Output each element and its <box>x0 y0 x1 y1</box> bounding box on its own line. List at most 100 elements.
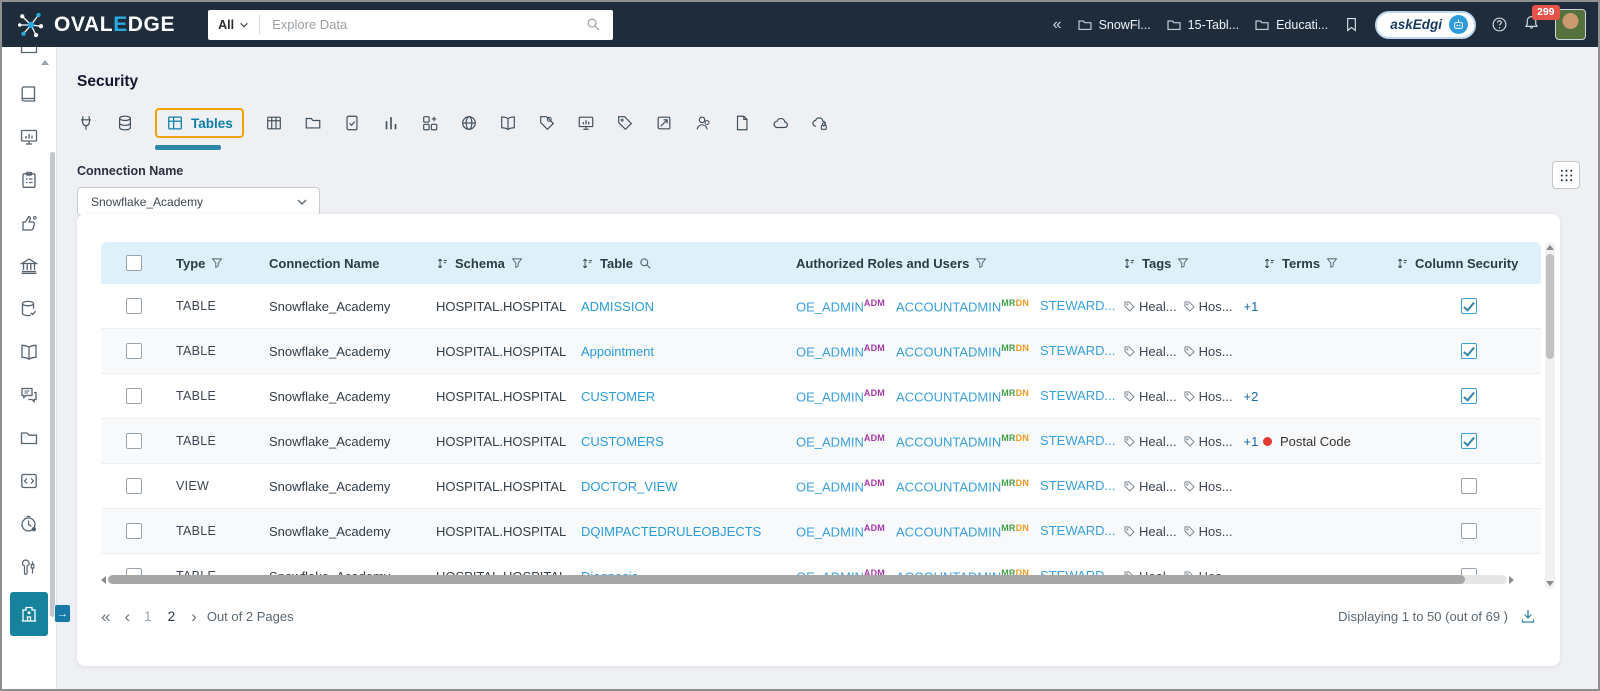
role-link[interactable]: ACCOUNTADMINMRDN <box>896 523 1029 539</box>
tag-chip[interactable]: Heal... <box>1123 299 1177 314</box>
sidebar-item-chat[interactable] <box>10 374 48 415</box>
sidebar-item-bank[interactable] <box>10 245 48 286</box>
more-tags-link[interactable]: +1 <box>1244 434 1259 449</box>
sort-icon[interactable] <box>1396 257 1409 270</box>
tab-file-check[interactable] <box>343 114 361 132</box>
role-link[interactable]: OE_ADMINADM <box>796 388 885 404</box>
tab-tag-circle[interactable] <box>538 114 556 132</box>
role-link[interactable]: OE_ADMINADM <box>796 343 885 359</box>
row-checkbox[interactable] <box>126 478 142 494</box>
tab-database[interactable] <box>116 114 134 132</box>
table-link[interactable]: CUSTOMER <box>581 389 655 404</box>
role-link[interactable]: STEWARD... <box>1040 343 1115 358</box>
column-security-checkbox[interactable] <box>1460 433 1477 449</box>
breadcrumb-item[interactable]: SnowFl... <box>1077 17 1151 33</box>
table-link[interactable]: Appointment <box>581 344 654 359</box>
column-security-checkbox[interactable] <box>1460 388 1477 404</box>
role-link[interactable]: STEWARD... <box>1040 523 1115 538</box>
tag-chip[interactable]: Heal... <box>1123 344 1177 359</box>
vertical-scrollbar-thumb[interactable] <box>1546 254 1554 359</box>
scroll-right-icon[interactable] <box>1509 575 1514 584</box>
role-link[interactable]: ACCOUNTADMINMRDN <box>896 388 1029 404</box>
role-link[interactable]: ACCOUNTADMINMRDN <box>896 343 1029 359</box>
ovaledge-logo[interactable]: OVALEDGE <box>16 10 175 40</box>
first-page-button[interactable]: « <box>101 608 110 625</box>
tab-task[interactable] <box>655 114 673 132</box>
ask-edgi-button[interactable]: askEdgi <box>1375 10 1476 39</box>
tab-blocks[interactable] <box>421 114 439 132</box>
row-checkbox[interactable] <box>126 343 142 359</box>
column-security-checkbox[interactable] <box>1460 298 1477 314</box>
tag-chip[interactable]: Hos... <box>1183 389 1233 404</box>
tag-chip[interactable]: Heal... <box>1123 524 1177 539</box>
horizontal-scrollbar-track[interactable] <box>108 575 1507 584</box>
column-security-checkbox[interactable] <box>1460 523 1477 539</box>
download-icon[interactable] <box>1520 608 1536 624</box>
role-link[interactable]: OE_ADMINADM <box>796 433 885 449</box>
tag-chip[interactable]: Hos... <box>1183 524 1233 539</box>
bookmark-icon[interactable] <box>1343 16 1360 33</box>
row-checkbox[interactable] <box>126 433 142 449</box>
page-number-1[interactable]: 1 <box>144 609 152 624</box>
tag-chip[interactable]: Heal... <box>1123 479 1177 494</box>
row-checkbox[interactable] <box>126 388 142 404</box>
sort-icon[interactable] <box>1263 257 1276 270</box>
tab-plug[interactable] <box>77 114 95 132</box>
breadcrumb-item[interactable]: 15-Tabl... <box>1166 17 1239 33</box>
table-link[interactable]: CUSTOMERS <box>581 434 664 449</box>
tag-chip[interactable]: Hos... <box>1183 479 1233 494</box>
column-security-checkbox[interactable] <box>1460 343 1477 359</box>
horizontal-scrollbar-thumb[interactable] <box>108 575 1466 584</box>
notifications-button[interactable]: 299 <box>1523 4 1560 36</box>
role-link[interactable]: OE_ADMINADM <box>796 298 885 314</box>
tab-doc[interactable] <box>733 114 751 132</box>
table-link[interactable]: DQIMPACTEDRULEOBJECTS <box>581 524 761 539</box>
sidebar-item-book-open[interactable] <box>10 331 48 372</box>
previous-page-button[interactable]: ‹ <box>124 608 130 625</box>
column-security-checkbox[interactable] <box>1460 478 1477 494</box>
tab-tables[interactable]: Tables <box>155 108 244 150</box>
scroll-up-icon[interactable] <box>1546 245 1554 250</box>
sidebar-item-hand-select[interactable] <box>10 202 48 243</box>
role-link[interactable]: ACCOUNTADMINMRDN <box>896 298 1029 314</box>
filter-icon[interactable] <box>975 257 987 269</box>
tag-chip[interactable]: Hos... <box>1183 344 1233 359</box>
role-link[interactable]: STEWARD... <box>1040 298 1115 313</box>
role-link[interactable]: STEWARD... <box>1040 478 1115 493</box>
tab-monitor-chart[interactable] <box>577 114 595 132</box>
tab-bar-chart[interactable] <box>382 114 400 132</box>
search-scope-dropdown[interactable]: All <box>208 18 259 32</box>
tab-book-open[interactable] <box>499 114 517 132</box>
sidebar-item-database-check[interactable] <box>10 288 48 329</box>
search-input[interactable] <box>260 17 587 32</box>
sidebar-item-clipboard[interactable] <box>10 159 48 200</box>
filter-icon[interactable] <box>1177 257 1189 269</box>
table-link[interactable]: ADMISSION <box>581 299 654 314</box>
sidebar-item-code[interactable] <box>10 460 48 501</box>
tab-globe[interactable] <box>460 114 478 132</box>
filter-icon[interactable] <box>1326 257 1338 269</box>
tag-chip[interactable]: Hos... <box>1183 299 1233 314</box>
tab-cloud-lock[interactable] <box>811 114 829 132</box>
filter-icon[interactable] <box>511 257 523 269</box>
tab-folder[interactable] <box>304 114 322 132</box>
filter-icon[interactable] <box>211 257 223 269</box>
row-checkbox[interactable] <box>126 298 142 314</box>
tag-chip[interactable]: Heal... <box>1123 434 1177 449</box>
sidebar-item-journal[interactable] <box>10 73 48 114</box>
role-link[interactable]: ACCOUNTADMINMRDN <box>896 478 1029 494</box>
sidebar-scroll-up-icon[interactable] <box>41 60 49 65</box>
connection-name-select[interactable]: Snowflake_Academy <box>77 187 320 216</box>
sidebar-item-folder[interactable] <box>10 417 48 458</box>
sort-icon[interactable] <box>1123 257 1136 270</box>
more-tags-link[interactable]: +1 <box>1244 299 1259 314</box>
sidebar-scrollbar-thumb[interactable] <box>50 152 55 617</box>
more-tags-link[interactable]: +2 <box>1244 389 1259 404</box>
search-icon[interactable] <box>639 257 652 270</box>
scroll-down-icon[interactable] <box>1546 581 1554 586</box>
select-all-checkbox[interactable] <box>126 255 142 271</box>
table-link[interactable]: DOCTOR_VIEW <box>581 479 678 494</box>
tab-tag[interactable] <box>616 114 634 132</box>
term-chip[interactable]: Postal Code <box>1263 434 1351 449</box>
row-checkbox[interactable] <box>126 523 142 539</box>
